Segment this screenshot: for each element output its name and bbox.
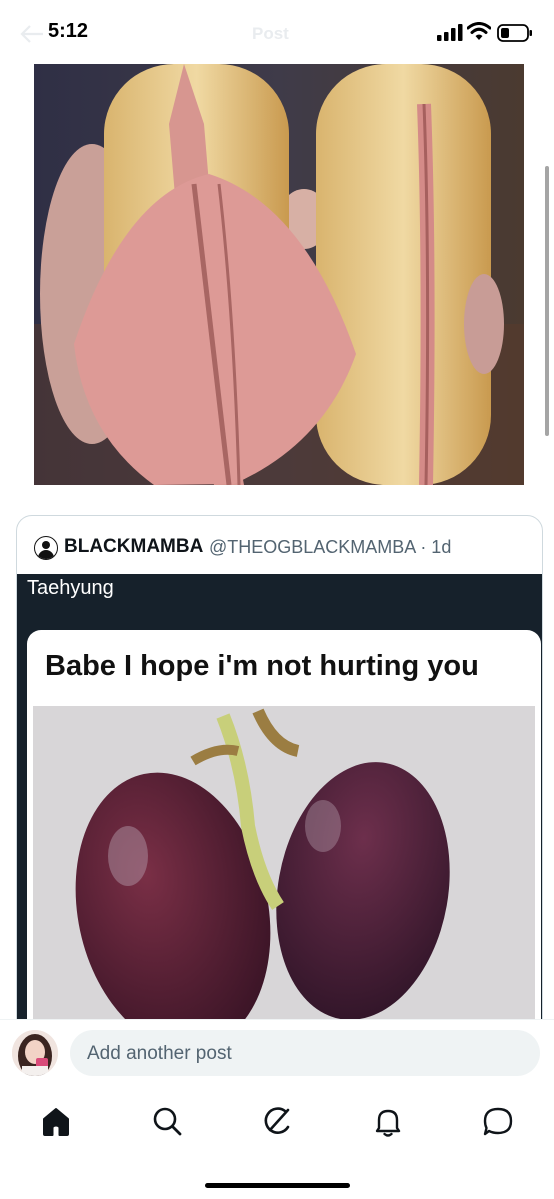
tab-notifications[interactable] bbox=[368, 1101, 408, 1141]
quoted-caption: Taehyung bbox=[27, 577, 114, 599]
home-icon bbox=[43, 1108, 69, 1136]
arrow-left-icon[interactable] bbox=[20, 24, 44, 44]
user-avatar[interactable] bbox=[12, 1030, 58, 1076]
tab-home[interactable] bbox=[36, 1101, 76, 1141]
quoted-author-handle: @THEOGBLACKMAMBA · 1d bbox=[209, 537, 452, 557]
quoted-author-avatar[interactable] bbox=[34, 536, 58, 560]
search-icon bbox=[153, 1107, 182, 1136]
grape-image bbox=[33, 706, 535, 1036]
tab-messages[interactable] bbox=[478, 1101, 518, 1141]
quoted-author-name[interactable]: BLACKMAMBA bbox=[64, 536, 203, 558]
meme-text: Babe I hope i'm not hurting you bbox=[45, 650, 479, 682]
home-indicator bbox=[205, 1183, 350, 1188]
post-image[interactable] bbox=[34, 64, 524, 485]
compose-bar: Add another post bbox=[0, 1019, 554, 1090]
bell-icon bbox=[375, 1109, 401, 1137]
wifi-icon bbox=[467, 22, 491, 40]
status-time: 5:12 bbox=[48, 20, 89, 42]
battery-icon bbox=[497, 24, 532, 42]
meme-card: Babe I hope i'm not hurting you bbox=[27, 630, 541, 1036]
chat-bubble-icon bbox=[483, 1107, 513, 1136]
quoted-media[interactable]: Taehyung Babe I hope i'm not hurting you bbox=[17, 574, 542, 1036]
status-bar: 5:12 Post bbox=[0, 0, 554, 64]
scrollbar-thumb[interactable] bbox=[545, 166, 549, 436]
page-title: Post bbox=[252, 24, 289, 43]
quoted-post[interactable]: BLACKMAMBA @THEOGBLACKMAMBA · 1d Taehyun… bbox=[16, 515, 543, 1037]
grok-icon bbox=[264, 1107, 290, 1134]
add-post-placeholder: Add another post bbox=[87, 1043, 232, 1064]
tab-grok[interactable] bbox=[258, 1101, 298, 1141]
add-post-input[interactable]: Add another post bbox=[70, 1030, 540, 1076]
cellular-signal-icon bbox=[437, 24, 463, 41]
tab-search[interactable] bbox=[147, 1101, 187, 1141]
